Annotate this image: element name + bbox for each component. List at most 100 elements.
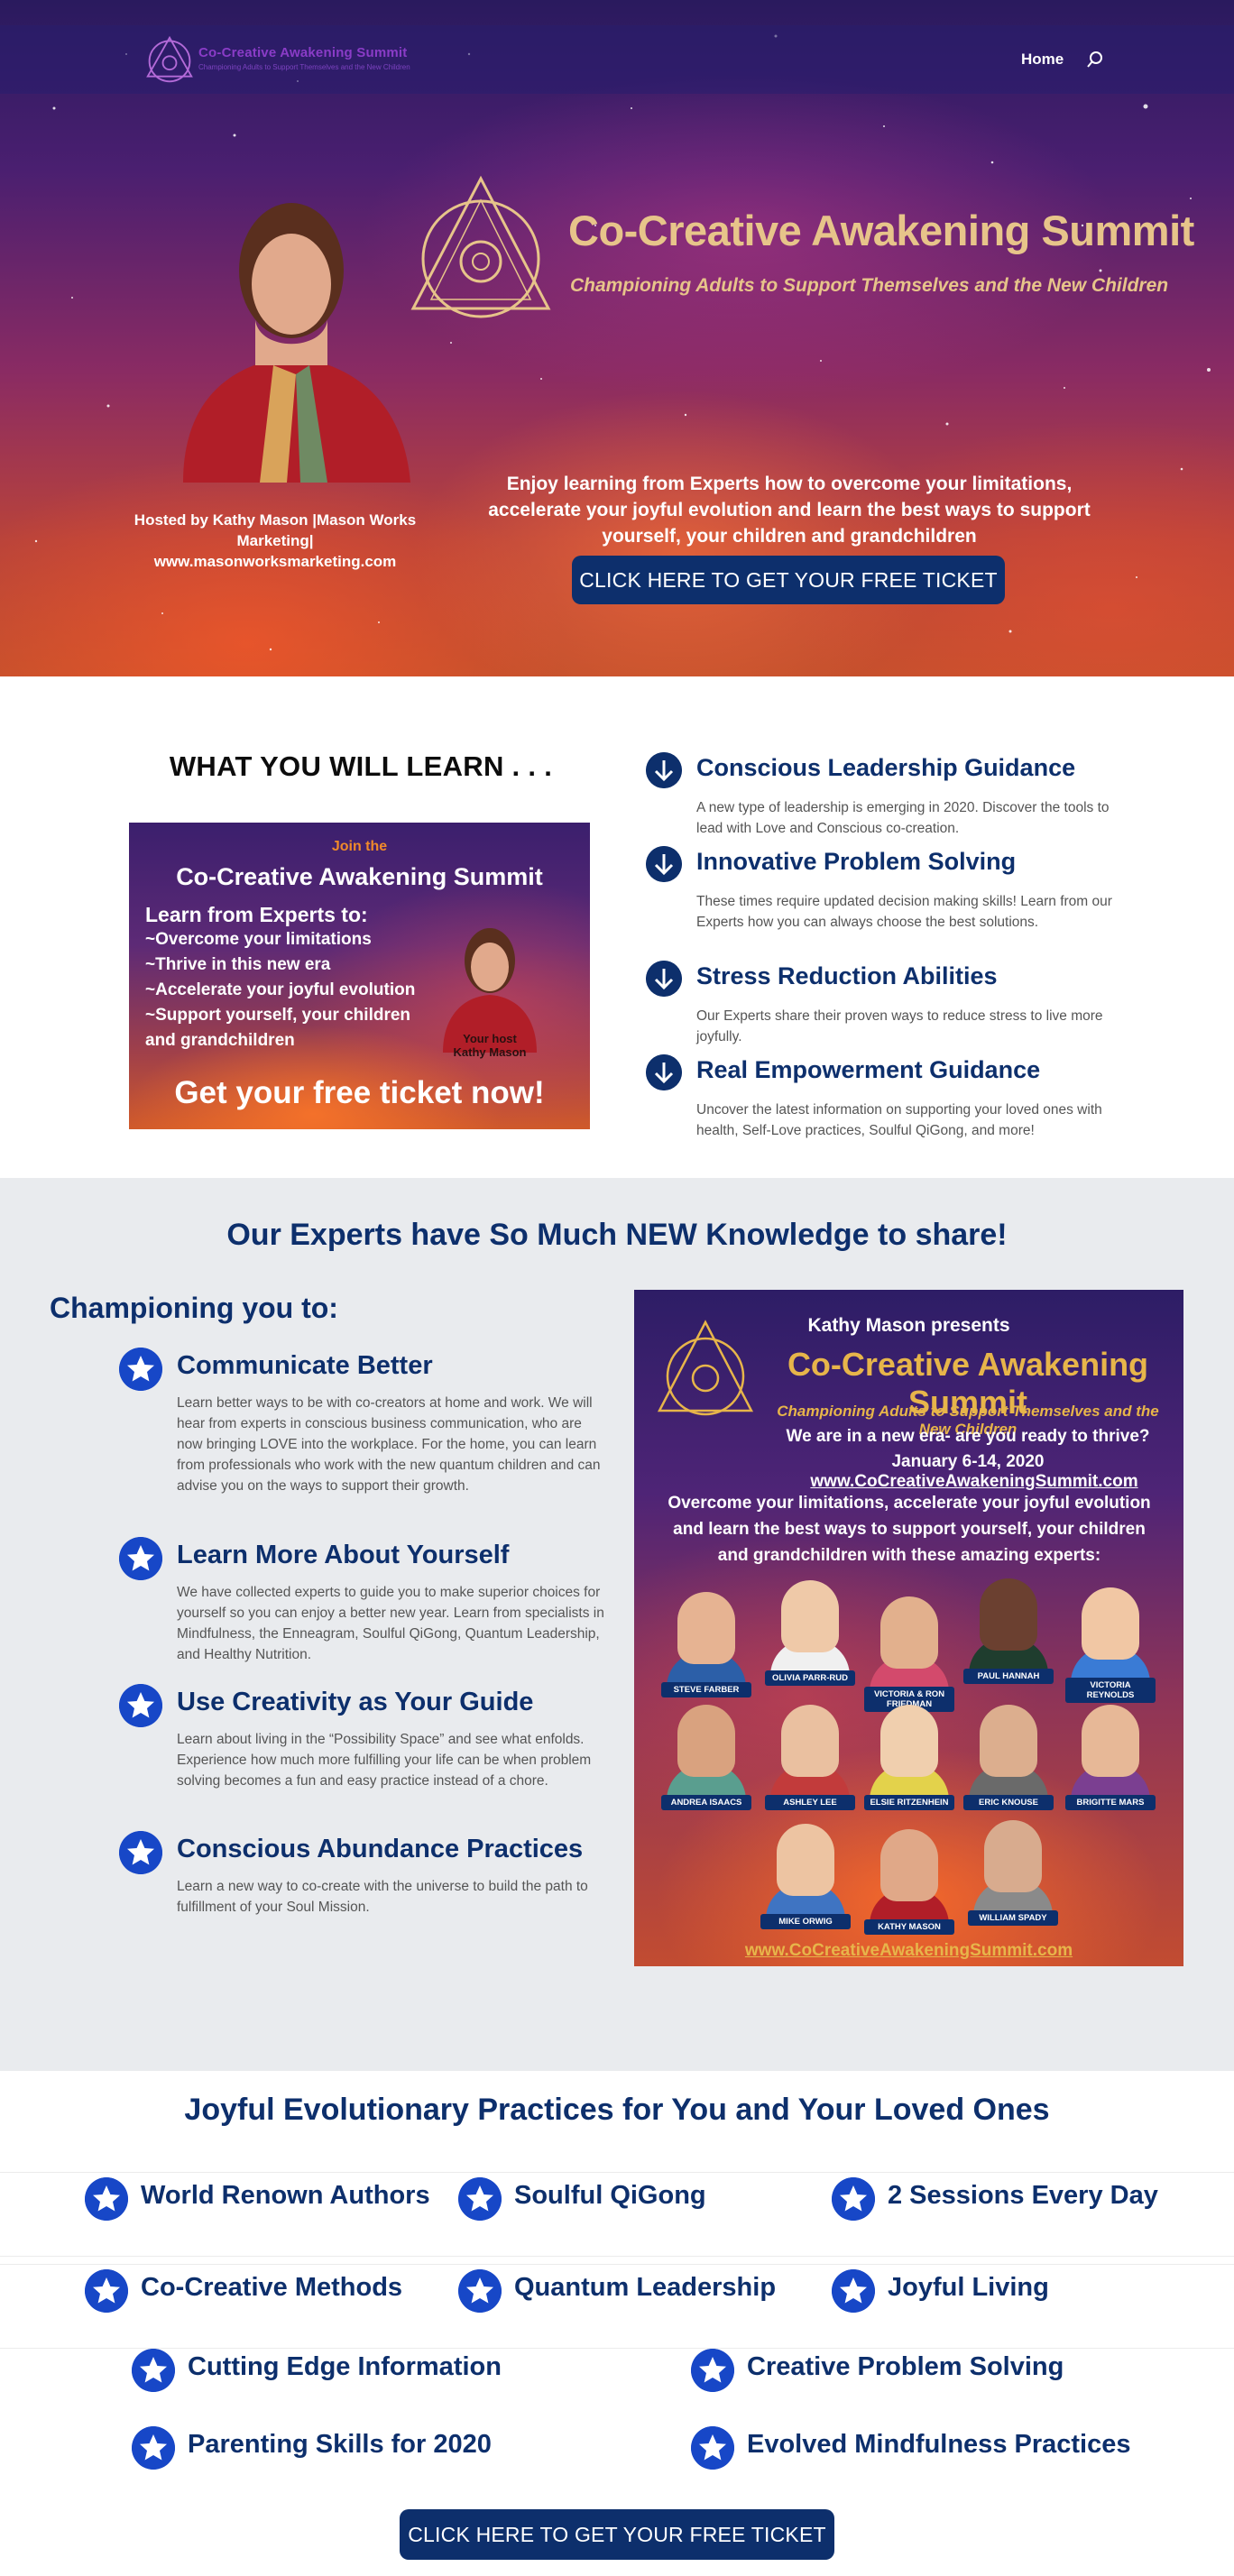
- star-icon: [132, 2349, 175, 2392]
- promo-banner[interactable]: Join the Co-Creative Awakening Summit Le…: [129, 823, 590, 1129]
- expert-name: BRIGITTE MARS: [1065, 1795, 1156, 1810]
- poster-blurb: Overcome your limitations, accelerate yo…: [668, 1494, 1151, 1565]
- arrow-down-icon: [646, 1054, 682, 1090]
- nav-home-link[interactable]: Home: [1021, 51, 1064, 69]
- expert-photo-face: [880, 1596, 938, 1669]
- promo-bullets: Learn from Experts to: ~Overcome your li…: [145, 902, 443, 1053]
- feature-title: Real Empowerment Guidance: [696, 1056, 1041, 1083]
- experts-poster: Kathy Mason presents Co-Creative Awakeni…: [634, 1290, 1183, 1966]
- feature-title: Conscious Leadership Guidance: [696, 754, 1076, 781]
- star-icon: [119, 1348, 162, 1391]
- joyful-label: Co-Creative Methods: [141, 2273, 403, 2302]
- expert-photo-face: [980, 1578, 1037, 1651]
- promo-host-caption: Your host Kathy Mason: [445, 1032, 535, 1059]
- feature-desc: These times require updated decision mak…: [696, 894, 1112, 930]
- expert-photo-face: [677, 1705, 735, 1777]
- star-icon: [85, 2269, 128, 2313]
- champion-title: Learn More About Yourself: [177, 1541, 510, 1569]
- expert-name: ANDREA ISAACS: [661, 1795, 751, 1810]
- joyful-heading: Joyful Evolutionary Practices for You an…: [184, 2093, 1050, 2127]
- expert-name: ASHLEY LEE: [765, 1795, 855, 1810]
- promo-join-text: Join the: [331, 839, 388, 854]
- joyful-label: Quantum Leadership: [514, 2273, 777, 2302]
- poster-question: We are in a new era- are you ready to th…: [786, 1427, 1150, 1446]
- feature-title: Innovative Problem Solving: [696, 848, 1017, 875]
- star-icon: [691, 2349, 734, 2392]
- expert-card: ANDREA ISAACS: [661, 1705, 751, 1813]
- hero-section: Co-Creative Awakening Summit Championing…: [0, 0, 1234, 676]
- star-icon: [132, 2426, 175, 2470]
- expert-photo-face: [781, 1580, 839, 1652]
- promo-cta-text: Get your free ticket now!: [174, 1075, 545, 1110]
- poster-site: www.CoCreativeAwakeningSummit.com: [810, 1472, 1138, 1491]
- expert-photo-face: [980, 1705, 1037, 1777]
- champion-desc: Learn about living in the “Possibility S…: [177, 1732, 592, 1789]
- summit-logo-icon[interactable]: [144, 34, 195, 85]
- expert-name: MIKE ORWIG: [760, 1914, 851, 1929]
- host-credit: Hosted by Kathy Mason |Mason Works Marke…: [126, 510, 424, 572]
- star-icon: [458, 2269, 502, 2313]
- expert-card: ASHLEY LEE: [765, 1705, 855, 1813]
- poster-url: www.CoCreativeAwakeningSummit.com: [744, 1941, 1073, 1960]
- champion-desc: Learn a new way to co-create with the un…: [177, 1879, 588, 1915]
- poster-date-line: January 6-14, 2020 www.CoCreativeAwakeni…: [760, 1452, 1175, 1492]
- free-ticket-button[interactable]: CLICK HERE TO GET YOUR FREE TICKET: [572, 556, 1005, 604]
- expert-card: BRIGITTE MARS: [1065, 1705, 1156, 1813]
- champion-title: Use Creativity as Your Guide: [177, 1688, 534, 1716]
- experts-heading: Our Experts have So Much NEW Knowledge t…: [226, 1218, 1008, 1252]
- expert-name: KATHY MASON: [864, 1919, 954, 1935]
- champion-heading: Championing you to:: [50, 1292, 338, 1324]
- host-website-link[interactable]: www.masonworksmarketing.com: [126, 551, 424, 572]
- expert-name: STEVE FARBER: [661, 1682, 751, 1697]
- expert-photo-face: [781, 1705, 839, 1777]
- feature-desc: Uncover the latest information on suppor…: [696, 1102, 1102, 1138]
- summit-emblem-icon: [657, 1320, 754, 1416]
- promo-line: Learn from Experts to:: [145, 903, 368, 926]
- expert-card: KATHY MASON: [864, 1829, 954, 1937]
- joyful-label: Evolved Mindfulness Practices: [747, 2430, 1131, 2459]
- expert-card: ERIC KNOUSE: [963, 1705, 1054, 1813]
- expert-photo-face: [880, 1829, 938, 1901]
- champion-desc: Learn better ways to be with co-creators…: [177, 1395, 601, 1494]
- nav-brand-tagline: Championing Adults to Support Themselves…: [198, 63, 410, 71]
- star-icon: [119, 1831, 162, 1874]
- expert-name: WILLIAM SPADY: [968, 1910, 1058, 1926]
- top-navbar: Co-Creative Awakening Summit Championing…: [0, 25, 1234, 94]
- search-icon[interactable]: [1086, 51, 1104, 69]
- joyful-label: Soulful QiGong: [514, 2181, 706, 2210]
- expert-photo-face: [984, 1820, 1042, 1892]
- nav-brand[interactable]: Co-Creative Awakening Summit Championing…: [198, 45, 410, 71]
- hero-title: Co-Creative Awakening Summit: [568, 207, 1194, 254]
- star-icon: [832, 2269, 875, 2313]
- host-portrait: [183, 203, 410, 483]
- promo-line: and grandchildren: [145, 1031, 295, 1050]
- host-line-2: Marketing|: [236, 532, 314, 549]
- expert-card: STEVE FARBER: [661, 1592, 751, 1700]
- promo-line: ~Overcome your limitations: [145, 930, 372, 949]
- expert-card: WILLIAM SPADY: [968, 1820, 1058, 1928]
- expert-card: OLIVIA PARR-RUD: [765, 1580, 855, 1688]
- star-icon: [458, 2177, 502, 2221]
- star-icon: [832, 2177, 875, 2221]
- joyful-label: Creative Problem Solving: [747, 2352, 1064, 2381]
- promo-host-line: Your host: [463, 1032, 517, 1045]
- star-icon: [85, 2177, 128, 2221]
- arrow-down-icon: [646, 846, 682, 882]
- expert-name: PAUL HANNAH: [963, 1669, 1054, 1684]
- promo-line: ~Accelerate your joyful evolution: [145, 980, 416, 999]
- expert-photo-face: [677, 1592, 735, 1664]
- expert-name: VICTORIA REYNOLDS: [1065, 1678, 1156, 1703]
- joyful-label: World Renown Authors: [141, 2181, 430, 2210]
- joyful-label: Cutting Edge Information: [188, 2352, 502, 2381]
- star-icon: [119, 1684, 162, 1727]
- arrow-down-icon: [646, 752, 682, 788]
- summit-emblem-icon: [410, 175, 551, 318]
- expert-name: ERIC KNOUSE: [963, 1795, 1054, 1810]
- joyful-label: Joyful Living: [888, 2273, 1049, 2302]
- expert-photo-face: [777, 1824, 834, 1896]
- hero-subtitle: Championing Adults to Support Themselves…: [570, 275, 1169, 296]
- free-ticket-button-bottom[interactable]: CLICK HERE TO GET YOUR FREE TICKET: [400, 2509, 834, 2560]
- host-line-1: Hosted by Kathy Mason |Mason Works: [134, 511, 417, 529]
- nav-brand-title: Co-Creative Awakening Summit: [198, 45, 408, 60]
- star-icon: [119, 1537, 162, 1580]
